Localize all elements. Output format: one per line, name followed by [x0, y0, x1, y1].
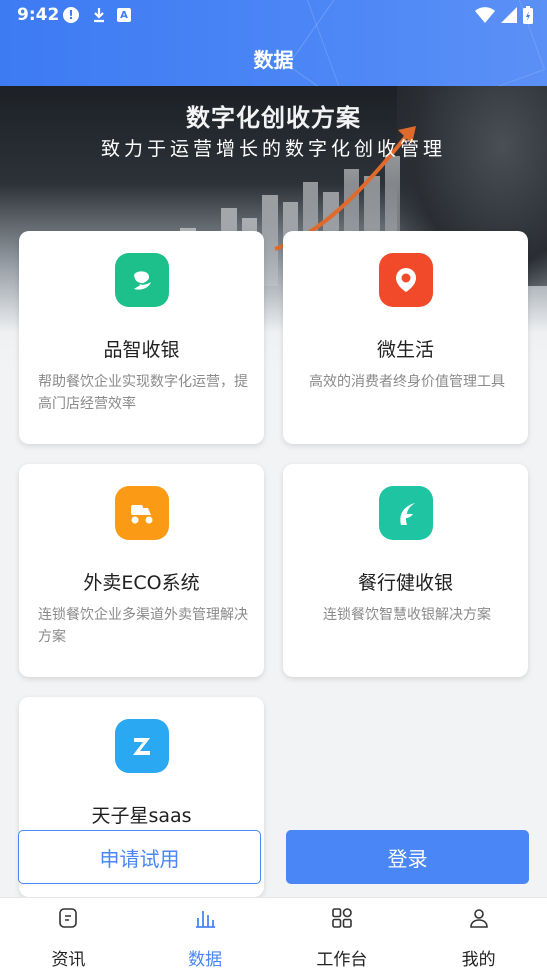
workbench-grid-icon [332, 908, 352, 928]
product-name: 品智收银 [103, 339, 180, 361]
nav-label: 资讯 [51, 950, 86, 970]
product-name: 餐行健收银 [357, 572, 453, 594]
top-bar: 9:42 ! A 数据 [0, 0, 547, 86]
login-button[interactable]: 登录 [286, 830, 529, 884]
status-bar: 9:42 ! A [0, 0, 547, 32]
accessibility-icon: A [117, 8, 131, 22]
product-card-pinzhi[interactable]: 品智收银 帮助餐饮企业实现数字化运营，提高门店经营效率 [19, 231, 264, 444]
news-icon [59, 908, 78, 928]
nav-item-news[interactable]: 资讯 [0, 898, 137, 972]
nav-item-profile[interactable]: 我的 [410, 898, 547, 972]
canxingjian-logo-icon [378, 486, 433, 540]
product-name: 天子星saas [91, 805, 192, 827]
page-title: 数据 [253, 48, 294, 72]
signal-icon [501, 7, 517, 23]
product-card-waimai[interactable]: 外卖ECO系统 连锁餐饮企业多渠道外卖管理解决方案 [19, 464, 264, 677]
product-description: 帮助餐饮企业实现数字化运营，提高门店经营效率 [38, 374, 248, 412]
profile-icon [469, 909, 488, 928]
product-description: 连锁餐饮企业多渠道外卖管理解决方案 [38, 607, 248, 645]
nav-label: 工作台 [316, 950, 368, 970]
nav-label: 我的 [461, 950, 496, 970]
pinzhi-logo-icon [114, 253, 169, 307]
weishenghuo-logo-icon [378, 253, 433, 307]
wifi-icon [475, 7, 495, 23]
bottom-nav: 资讯 数据 工作台 我的 [0, 897, 547, 972]
alert-icon: ! [63, 7, 79, 23]
product-name: 微生活 [376, 339, 434, 361]
apply-trial-button[interactable]: 申请试用 [18, 830, 261, 884]
data-chart-icon [196, 911, 216, 928]
nav-label: 数据 [188, 950, 223, 970]
nav-item-data[interactable]: 数据 [137, 898, 274, 972]
waimai-logo-icon [114, 486, 169, 540]
product-description: 连锁餐饮智慧收银解决方案 [323, 607, 491, 623]
status-right-icons [475, 6, 533, 24]
banner-headline: 数字化创收方案 [186, 104, 361, 132]
tianzixing-logo-icon [114, 719, 169, 773]
status-time: 9:42 [17, 5, 60, 25]
banner-subline: 致力于运营增长的数字化创收管理 [100, 138, 446, 160]
download-icon [90, 6, 108, 24]
product-card-canxingjian[interactable]: 餐行健收银 连锁餐饮智慧收银解决方案 [283, 464, 528, 677]
product-card-weishenghuo[interactable]: 微生活 高效的消费者终身价值管理工具 [283, 231, 528, 444]
battery-icon [523, 6, 533, 24]
product-name: 外卖ECO系统 [83, 572, 200, 594]
nav-item-workbench[interactable]: 工作台 [274, 898, 411, 972]
product-description: 高效的消费者终身价值管理工具 [309, 374, 505, 390]
